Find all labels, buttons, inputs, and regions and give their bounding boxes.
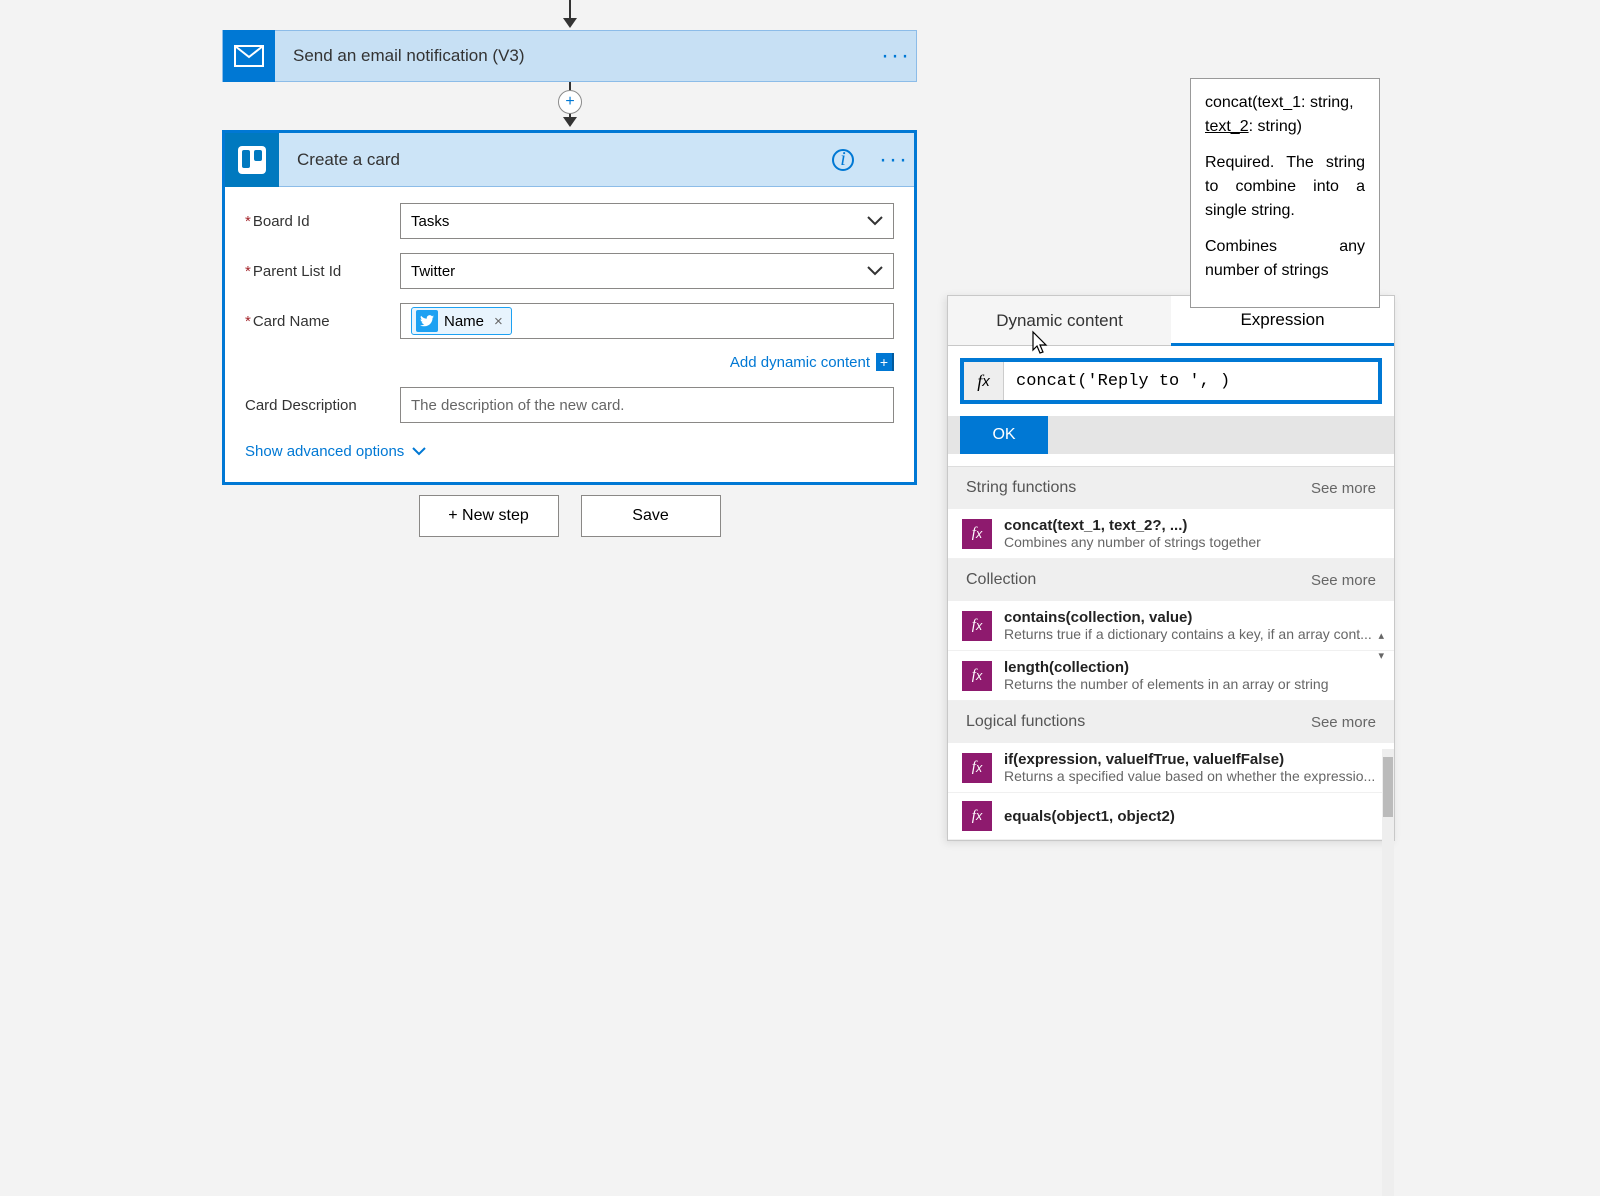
- fn-name: contains(collection, value): [1004, 609, 1380, 626]
- add-dynamic-plus-icon[interactable]: +: [876, 353, 894, 371]
- create-card-menu-button[interactable]: ···: [874, 146, 914, 174]
- expression-input-wrap: fx concat('Reply to ', ): [960, 358, 1382, 404]
- see-more-collection[interactable]: See more: [1311, 572, 1376, 589]
- scrollbar-thumb[interactable]: [1383, 757, 1393, 817]
- action-title: Send an email notification (V3): [275, 46, 876, 66]
- trello-icon: [225, 133, 279, 187]
- fn-item-contains[interactable]: fx contains(collection, value) Returns t…: [948, 601, 1394, 651]
- show-advanced-options-toggle[interactable]: Show advanced options: [245, 437, 426, 472]
- parent-list-id-value: Twitter: [411, 263, 455, 280]
- function-list: String functions See more fx concat(text…: [948, 466, 1394, 840]
- fn-item-equals[interactable]: fx equals(object1, object2): [948, 793, 1394, 840]
- scroll-up-icon[interactable]: ▴: [1378, 629, 1384, 642]
- dynamic-token-name[interactable]: Name ×: [411, 307, 512, 335]
- create-card-header[interactable]: Create a card i ···: [225, 133, 914, 187]
- card-description-input[interactable]: The description of the new card.: [400, 387, 894, 423]
- section-header-collection: Collection See more: [948, 559, 1394, 601]
- fn-name: length(collection): [1004, 659, 1380, 676]
- chevron-down-icon: [867, 263, 883, 280]
- fn-item-if[interactable]: fx if(expression, valueIfTrue, valueIfFa…: [948, 743, 1394, 793]
- fx-icon: fx: [964, 362, 1004, 400]
- fn-name: concat(text_1, text_2?, ...): [1004, 517, 1380, 534]
- function-list-scrollbar[interactable]: [1382, 749, 1394, 1196]
- add-dynamic-content-link[interactable]: Add dynamic content: [730, 354, 870, 371]
- fx-badge-icon: fx: [962, 661, 992, 691]
- action-card-create-card: Create a card i ··· *Board Id Tasks *Par…: [222, 130, 917, 485]
- parent-list-id-label: *Parent List Id: [245, 263, 400, 280]
- fn-desc: Returns the number of elements in an arr…: [1004, 676, 1380, 692]
- expression-panel: Dynamic content Expression ▴ ▾ fx concat…: [947, 295, 1395, 841]
- fn-item-concat[interactable]: fx concat(text_1, text_2?, ...) Combines…: [948, 509, 1394, 559]
- section-header-logical: Logical functions See more: [948, 701, 1394, 743]
- card-name-input[interactable]: Name ×: [400, 303, 894, 339]
- flow-arrow-1: [569, 0, 571, 20]
- mail-icon: [223, 30, 275, 82]
- section-header-string: String functions See more: [948, 467, 1394, 509]
- create-card-title: Create a card: [279, 150, 832, 170]
- fn-desc: Returns true if a dictionary contains a …: [1004, 626, 1380, 642]
- twitter-icon: [416, 310, 438, 332]
- fn-desc: Returns a specified value based on wheth…: [1004, 768, 1380, 784]
- new-step-button[interactable]: + New step: [419, 495, 559, 537]
- action-menu-button[interactable]: ···: [876, 42, 916, 70]
- fx-badge-icon: fx: [962, 801, 992, 831]
- card-description-placeholder: The description of the new card.: [411, 397, 624, 414]
- expression-input[interactable]: concat('Reply to ', ): [1004, 372, 1378, 391]
- board-id-value: Tasks: [411, 213, 449, 230]
- fn-item-length[interactable]: fx length(collection) Returns the number…: [948, 651, 1394, 701]
- fx-badge-icon: fx: [962, 519, 992, 549]
- chevron-down-icon: [867, 213, 883, 230]
- parent-list-id-dropdown[interactable]: Twitter: [400, 253, 894, 289]
- scroll-down-icon[interactable]: ▾: [1378, 649, 1384, 662]
- card-description-label: Card Description: [245, 397, 400, 414]
- tooltip-description-1: Required. The string to combine into a s…: [1205, 151, 1365, 223]
- see-more-logical[interactable]: See more: [1311, 714, 1376, 731]
- remove-token-button[interactable]: ×: [494, 313, 503, 330]
- save-button[interactable]: Save: [581, 495, 721, 537]
- ok-button[interactable]: OK: [960, 416, 1048, 454]
- see-more-string[interactable]: See more: [1311, 480, 1376, 497]
- board-id-label: *Board Id: [245, 213, 400, 230]
- fx-badge-icon: fx: [962, 753, 992, 783]
- chevron-down-icon: [412, 447, 426, 456]
- fn-name: if(expression, valueIfTrue, valueIfFalse…: [1004, 751, 1380, 768]
- add-step-inline-button[interactable]: +: [558, 90, 582, 114]
- token-label: Name: [444, 313, 484, 330]
- fn-desc: Combines any number of strings together: [1004, 534, 1380, 550]
- info-icon[interactable]: i: [832, 149, 854, 171]
- fn-name: equals(object1, object2): [1004, 808, 1380, 825]
- fx-badge-icon: fx: [962, 611, 992, 641]
- card-name-label: *Card Name: [245, 313, 400, 330]
- function-tooltip: concat(text_1: string, text_2: string) R…: [1190, 78, 1380, 308]
- action-card-email[interactable]: Send an email notification (V3) ···: [222, 30, 917, 82]
- tab-dynamic-content[interactable]: Dynamic content: [948, 296, 1171, 346]
- board-id-dropdown[interactable]: Tasks: [400, 203, 894, 239]
- tooltip-signature: concat(text_1: string, text_2: string): [1205, 91, 1365, 139]
- tooltip-description-2: Combines any number of strings: [1205, 235, 1365, 283]
